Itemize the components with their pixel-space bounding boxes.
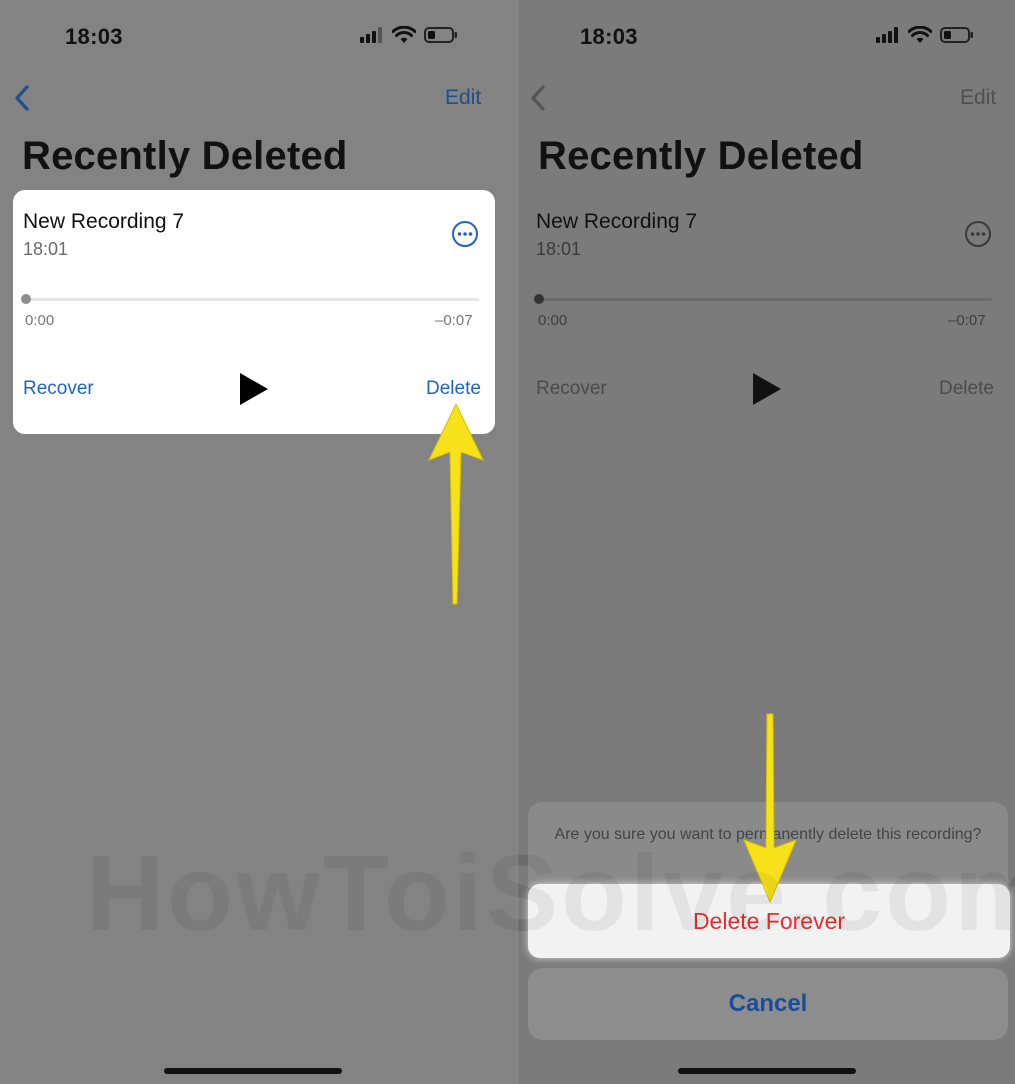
- wifi-icon: [392, 26, 416, 43]
- elapsed-time: 0:00: [25, 312, 55, 329]
- playback-scrubber[interactable]: [536, 298, 992, 301]
- ellipsis-circle-icon[interactable]: [964, 220, 992, 248]
- delete-button[interactable]: Delete: [939, 378, 994, 400]
- status-icons: [360, 26, 458, 44]
- edit-button[interactable]: Edit: [960, 86, 996, 110]
- ellipsis-circle-icon[interactable]: [451, 220, 479, 248]
- recording-card: New Recording 7 18:01 0:00 –0:07 Recover…: [526, 190, 1008, 434]
- status-time: 18:03: [65, 24, 123, 49]
- play-icon[interactable]: [237, 370, 271, 408]
- recording-time: 18:01: [536, 239, 582, 259]
- scrubber-knob[interactable]: [534, 294, 544, 304]
- remaining-time: –0:07: [948, 312, 986, 329]
- page-title: Recently Deleted: [22, 134, 348, 178]
- signal-icon: [360, 27, 382, 43]
- signal-icon: [876, 27, 898, 43]
- home-indicator: [678, 1068, 856, 1074]
- battery-icon: [424, 27, 457, 43]
- arrow-up-icon: [428, 402, 484, 605]
- chevron-left-icon[interactable]: [12, 84, 32, 112]
- play-icon[interactable]: [750, 370, 784, 408]
- scrubber-knob[interactable]: [21, 294, 31, 304]
- playback-scrubber[interactable]: [23, 298, 479, 301]
- recording-title: New Recording 7: [23, 210, 185, 233]
- delete-button[interactable]: Delete: [426, 378, 481, 400]
- status-time: 18:03: [580, 24, 638, 49]
- home-indicator: [164, 1068, 342, 1074]
- cancel-button[interactable]: Cancel: [528, 968, 1008, 1040]
- page-title: Recently Deleted: [538, 134, 864, 178]
- watermark-text: HowToiSolve.com: [86, 832, 1015, 953]
- wifi-icon: [908, 26, 932, 43]
- recording-card: New Recording 7 18:01 0:00 –0:07 Recover…: [13, 190, 495, 434]
- status-icons: [876, 26, 974, 44]
- chevron-left-icon[interactable]: [528, 84, 548, 112]
- recover-button[interactable]: Recover: [23, 378, 94, 400]
- remaining-time: –0:07: [435, 312, 473, 329]
- battery-icon: [940, 27, 973, 43]
- recover-button[interactable]: Recover: [536, 378, 607, 400]
- recording-time: 18:01: [23, 239, 69, 259]
- elapsed-time: 0:00: [538, 312, 568, 329]
- edit-button[interactable]: Edit: [445, 86, 481, 110]
- recording-title: New Recording 7: [536, 210, 698, 233]
